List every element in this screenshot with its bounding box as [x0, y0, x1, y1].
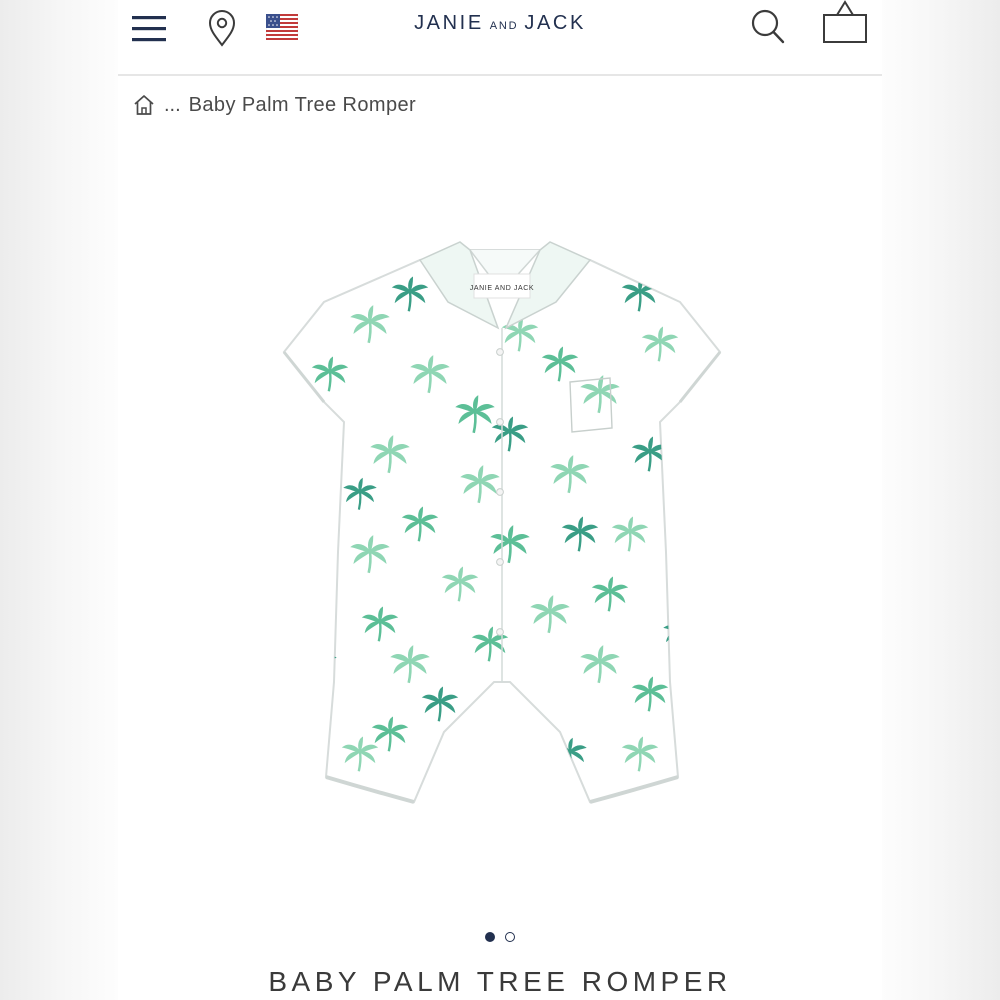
shopping-bag-icon[interactable] [822, 0, 870, 46]
breadcrumb-ellipsis[interactable]: ... [164, 94, 181, 117]
home-icon[interactable] [132, 93, 156, 117]
product-image[interactable]: JANIE AND JACK [260, 232, 744, 814]
garment-label-text: JANIE AND JACK [470, 285, 534, 292]
site-header: JANIE AND JACK [118, 0, 882, 76]
product-title: BABY PALM TREE ROMPER [268, 966, 732, 997]
search-icon[interactable] [750, 6, 788, 46]
breadcrumb-current: Baby Palm Tree Romper [188, 93, 417, 116]
brand-logo-jack: JACK [524, 12, 586, 34]
image-carousel-dots [118, 932, 882, 946]
carousel-dot-2[interactable] [505, 932, 515, 942]
brand-logo-janie: JANIE [414, 12, 484, 34]
romper-garment: JANIE AND JACK [282, 241, 722, 804]
carousel-dot-1[interactable] [485, 932, 495, 942]
product-page: JANIE AND JACK ... Baby Palm Tree Romper [118, 0, 882, 1000]
brand-logo-and: AND [489, 20, 519, 32]
breadcrumb: ... Baby Palm Tree Romper [132, 90, 416, 120]
